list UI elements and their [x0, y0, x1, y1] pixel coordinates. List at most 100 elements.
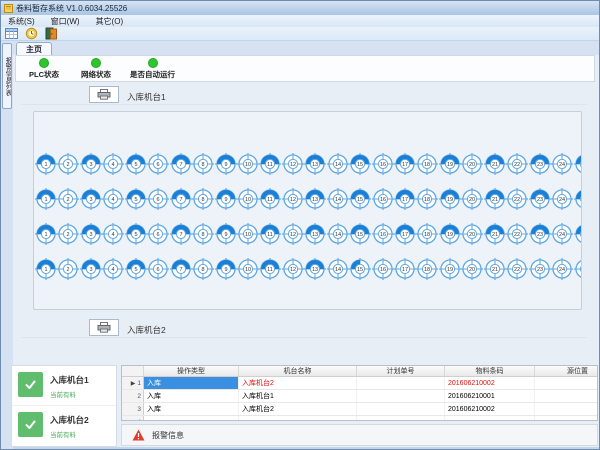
svg-text:5: 5 — [134, 232, 137, 238]
exit-icon[interactable] — [45, 27, 58, 40]
svg-text:1: 1 — [44, 197, 47, 203]
app-icon — [4, 4, 13, 13]
cell-1-2[interactable] — [357, 377, 445, 389]
table-row-3[interactable]: 3入库入库机台2201606210002 — [122, 403, 597, 416]
machine1-icon-box[interactable] — [89, 86, 119, 103]
slot-4-3: 3 — [80, 258, 102, 280]
table-icon[interactable] — [5, 27, 18, 40]
cell-4-0[interactable] — [144, 416, 239, 421]
slot-4-19: 19 — [439, 258, 461, 280]
cell-4-2[interactable] — [357, 416, 445, 421]
svg-text:17: 17 — [402, 267, 408, 273]
svg-text:15: 15 — [357, 162, 363, 168]
slot-4-12: 12 — [282, 258, 304, 280]
svg-text:16: 16 — [380, 232, 386, 238]
svg-text:2: 2 — [67, 232, 70, 238]
slot-1-5: 5 — [125, 153, 147, 175]
machine2-icon-box[interactable] — [89, 319, 119, 336]
slot-2-16: 16 — [372, 188, 394, 210]
side-tab-alarm-list[interactable]: 报警信息列表 — [2, 43, 12, 109]
cell-2-1[interactable]: 入库机台1 — [239, 390, 357, 402]
svg-text:23: 23 — [537, 162, 543, 168]
slot-3-22: 22 — [506, 223, 528, 245]
cell-2-3[interactable]: 201606210001 — [445, 390, 535, 402]
slot-3-8: 8 — [192, 223, 214, 245]
svg-text:6: 6 — [157, 162, 160, 168]
menu-window[interactable]: 窗口(W) — [51, 16, 80, 27]
svg-text:13: 13 — [312, 267, 318, 273]
column-header-3[interactable]: 物料条码 — [445, 366, 535, 376]
svg-text:10: 10 — [245, 162, 251, 168]
svg-text:23: 23 — [537, 197, 543, 203]
column-header-2[interactable]: 计划单号 — [357, 366, 445, 376]
clock-icon[interactable] — [25, 27, 38, 40]
cell-2-2[interactable] — [357, 390, 445, 402]
window-title: 卷料暂存系统 V1.0.6034.25526 — [16, 3, 127, 14]
cell-2-4[interactable] — [535, 390, 598, 402]
svg-text:19: 19 — [447, 267, 453, 273]
svg-text:4: 4 — [112, 197, 115, 203]
svg-text:11: 11 — [268, 162, 274, 168]
svg-text:17: 17 — [402, 162, 408, 168]
svg-text:18: 18 — [424, 197, 430, 203]
column-header-0[interactable]: 操作类型 — [144, 366, 239, 376]
svg-text:16: 16 — [380, 162, 386, 168]
slot-2-12: 12 — [282, 188, 304, 210]
slot-1-22: 22 — [506, 153, 528, 175]
slot-3-11: 11 — [259, 223, 281, 245]
table-row-2[interactable]: 2入库入库机台1 201606210001 — [122, 390, 597, 403]
table-row-1[interactable]: ▶1入库入库机台2201606210002 — [122, 377, 597, 390]
svg-text:6: 6 — [157, 197, 160, 203]
slot-3-13: 13 — [304, 223, 326, 245]
tab-home-label: 主页 — [26, 44, 42, 55]
machine1-card-status: 当前有料 — [50, 389, 89, 399]
cell-3-2[interactable] — [357, 403, 445, 415]
cell-1-1[interactable]: 入库机台2 — [239, 377, 357, 389]
cell-3-3[interactable]: 201606210002 — [445, 403, 535, 415]
slot-1-23: 23 — [529, 153, 551, 175]
operations-table[interactable]: 操作类型机台名称计划单号物料条码源位置 ▶1入库入库机台220160621000… — [121, 365, 598, 421]
cell-2-0[interactable]: 入库 — [144, 390, 239, 402]
cell-3-1[interactable]: 入库机台2 — [239, 403, 357, 415]
slot-2-6: 6 — [147, 188, 169, 210]
svg-text:10: 10 — [245, 197, 251, 203]
slot-row-2: 1234567891011121314151617181920212223242… — [35, 188, 581, 210]
svg-text:15: 15 — [357, 267, 363, 273]
slot-2-22: 22 — [506, 188, 528, 210]
slots-grid: 1234567891011121314151617181920212223242… — [33, 111, 582, 310]
menu-other[interactable]: 其它(O) — [96, 16, 124, 27]
table-row-4[interactable]: 4 — [122, 416, 597, 421]
cell-1-3[interactable]: 201606210002 — [445, 377, 535, 389]
svg-text:21: 21 — [492, 267, 498, 273]
machine2-card-status: 当前有料 — [50, 429, 89, 439]
slot-1-19: 19 — [439, 153, 461, 175]
alarm-bar[interactable]: 报警信息 — [121, 424, 598, 446]
slot-1-12: 12 — [282, 153, 304, 175]
cell-3-4[interactable] — [535, 403, 598, 415]
cell-4-1[interactable] — [239, 416, 357, 421]
svg-text:21: 21 — [492, 162, 498, 168]
svg-text:7: 7 — [179, 232, 182, 238]
svg-text:22: 22 — [514, 267, 520, 273]
slot-2-5: 5 — [125, 188, 147, 210]
svg-text:8: 8 — [202, 197, 205, 203]
column-header-4[interactable]: 源位置 — [535, 366, 598, 376]
tab-home[interactable]: 主页 — [16, 42, 52, 55]
svg-text:13: 13 — [312, 232, 318, 238]
slot-3-15: 15 — [349, 223, 371, 245]
row-header: 2 — [122, 390, 144, 402]
network-status-light — [91, 58, 101, 68]
slot-4-14: 14 — [327, 258, 349, 280]
svg-text:9: 9 — [224, 162, 227, 168]
svg-text:4: 4 — [112, 162, 115, 168]
cell-1-0[interactable]: 入库 — [144, 377, 239, 389]
cell-3-0[interactable]: 入库 — [144, 403, 239, 415]
menu-system[interactable]: 系统(S) — [8, 16, 35, 27]
cell-1-4[interactable] — [535, 377, 598, 389]
column-header-1[interactable]: 机台名称 — [239, 366, 357, 376]
slot-1-7: 7 — [170, 153, 192, 175]
svg-text:12: 12 — [290, 162, 296, 168]
slot-3-9: 9 — [215, 223, 237, 245]
cell-4-4[interactable] — [535, 416, 598, 421]
cell-4-3[interactable] — [445, 416, 535, 421]
